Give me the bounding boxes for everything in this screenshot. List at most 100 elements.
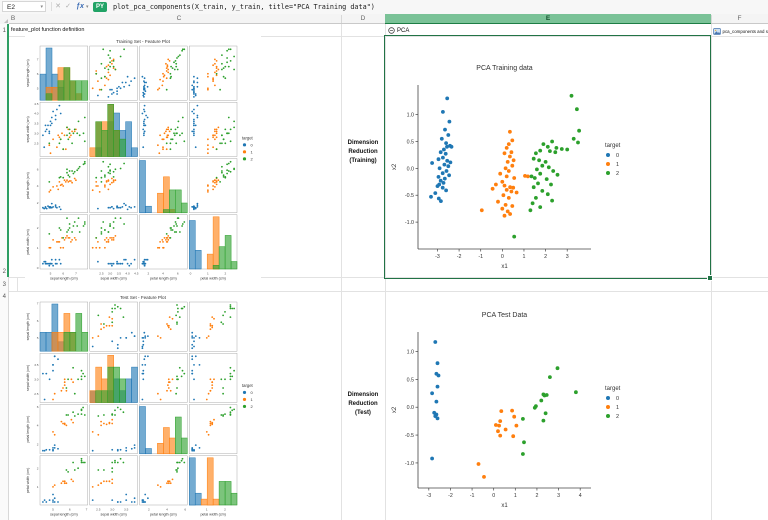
svg-text:sepal width (cm): sepal width (cm) <box>26 116 30 142</box>
test-pairplot-chart[interactable]: Test Set - Feature Plot sepal length (cm)… <box>25 292 261 518</box>
svg-text:0.0: 0.0 <box>407 166 414 172</box>
svg-text:2.5: 2.5 <box>99 272 104 276</box>
row-header-gutter: 1 2 3 4 <box>0 24 9 520</box>
svg-text:-0.5: -0.5 <box>405 433 414 439</box>
svg-text:7: 7 <box>75 272 77 276</box>
svg-text:target: target <box>605 386 621 392</box>
svg-text:2.5: 2.5 <box>34 141 39 145</box>
column-header-row: B C D E F <box>0 14 768 24</box>
svg-text:1: 1 <box>207 272 209 276</box>
svg-text:6: 6 <box>62 272 64 276</box>
selected-row-indicator <box>7 24 9 277</box>
insert-function-icon[interactable]: ƒx <box>75 0 85 14</box>
svg-text:0: 0 <box>492 493 495 499</box>
svg-text:7: 7 <box>37 58 39 62</box>
cell-name-box[interactable]: E2 ▾ <box>2 1 46 12</box>
svg-text:sepal length (cm): sepal length (cm) <box>26 313 30 341</box>
svg-text:1.0: 1.0 <box>407 113 414 119</box>
formula-input[interactable]: plot_pca_components(X_train, y_train, ti… <box>113 0 375 14</box>
svg-text:1.0: 1.0 <box>407 350 414 356</box>
svg-text:3.0: 3.0 <box>110 508 115 512</box>
row-header-1[interactable]: 1 <box>3 28 6 34</box>
svg-text:sepal width (cm): sepal width (cm) <box>101 513 127 517</box>
row-header-3[interactable]: 3 <box>3 282 6 288</box>
svg-text:4.5: 4.5 <box>134 272 139 276</box>
row-header-2[interactable]: 2 <box>3 269 6 275</box>
pca-training-chart[interactable]: PCA Training data -3 -2 -1 0 1 2 3 -1.0 -0.5 0.0 0.… <box>386 37 709 275</box>
svg-text:4: 4 <box>166 508 168 512</box>
svg-text:6: 6 <box>37 319 39 323</box>
svg-text:7: 7 <box>37 301 39 305</box>
svg-text:1: 1 <box>251 149 254 154</box>
svg-text:2: 2 <box>37 466 39 470</box>
column-header-e[interactable]: E <box>385 14 711 24</box>
svg-text:2: 2 <box>224 272 226 276</box>
svg-text:sepal width (cm): sepal width (cm) <box>101 277 127 281</box>
svg-text:2: 2 <box>147 272 149 276</box>
divider <box>51 2 52 11</box>
svg-text:1: 1 <box>37 246 39 250</box>
cell-b1-text[interactable]: feature_plot function definition <box>11 27 84 33</box>
svg-text:-1.0: -1.0 <box>405 461 414 467</box>
svg-text:6: 6 <box>37 405 39 409</box>
column-header-f[interactable]: F <box>711 14 768 24</box>
svg-text:sepal length (cm): sepal length (cm) <box>50 277 78 281</box>
svg-text:2: 2 <box>544 254 547 260</box>
svg-text:petal length (cm): petal length (cm) <box>150 513 177 517</box>
cell-f1[interactable]: pca_components and scale_data function d… <box>713 27 768 35</box>
svg-text:-1: -1 <box>470 493 475 499</box>
svg-text:-2: -2 <box>448 493 453 499</box>
header-separator <box>711 15 712 23</box>
svg-text:3: 3 <box>557 493 560 499</box>
svg-text:3.5: 3.5 <box>34 122 39 126</box>
fill-handle[interactable] <box>707 275 713 281</box>
svg-text:3.5: 3.5 <box>124 508 129 512</box>
svg-text:-3: -3 <box>426 493 431 499</box>
gridline <box>17 277 18 291</box>
svg-text:5: 5 <box>37 336 39 340</box>
dimension-reduction-test-label[interactable]: Dimension Reduction (Test) <box>342 391 384 418</box>
svg-text:1: 1 <box>37 485 39 489</box>
svg-text:3.5: 3.5 <box>117 272 122 276</box>
svg-text:2.5: 2.5 <box>96 508 101 512</box>
training-pairplot-chart[interactable]: Training Set - Feature Plot sepal length … <box>25 36 261 282</box>
svg-text:sepal length (cm): sepal length (cm) <box>26 59 30 87</box>
svg-text:2: 2 <box>616 171 619 177</box>
svg-text:0: 0 <box>251 390 254 395</box>
cancel-icon[interactable]: ✕ <box>54 0 62 14</box>
select-all-corner[interactable] <box>0 14 9 24</box>
chevron-down-icon[interactable]: ▾ <box>40 2 43 13</box>
svg-text:0.0: 0.0 <box>407 405 414 411</box>
cell-f1-text: pca_components and scale_data function d… <box>722 28 768 34</box>
svg-text:petal length (cm): petal length (cm) <box>26 172 30 199</box>
svg-text:x1: x1 <box>501 503 508 509</box>
cell-e1[interactable]: PCA <box>388 27 409 34</box>
svg-text:-2: -2 <box>457 254 462 260</box>
svg-text:6: 6 <box>184 508 186 512</box>
svg-text:x2: x2 <box>392 163 398 170</box>
svg-text:petal width (cm): petal width (cm) <box>26 468 30 493</box>
svg-text:petal length (cm): petal length (cm) <box>26 416 30 443</box>
row-header-4[interactable]: 4 <box>3 294 6 300</box>
svg-text:2: 2 <box>37 442 39 446</box>
svg-text:2: 2 <box>616 414 619 420</box>
pca-test-chart[interactable]: PCA Test Data -3 -2 -1 0 1 2 3 4 -1.0 -0.5 0.0 0.5 1.… <box>386 292 709 514</box>
gridline <box>341 24 342 520</box>
chevron-down-icon[interactable]: ▾ <box>86 0 92 14</box>
svg-text:4: 4 <box>37 184 39 188</box>
svg-text:0: 0 <box>37 266 39 270</box>
column-header-d[interactable]: D <box>341 14 385 24</box>
svg-text:1: 1 <box>616 162 619 168</box>
column-header-c[interactable]: C <box>17 14 341 24</box>
enter-icon[interactable]: ✓ <box>64 0 72 14</box>
svg-text:2: 2 <box>251 156 254 161</box>
svg-text:1: 1 <box>206 508 208 512</box>
svg-text:2: 2 <box>224 508 226 512</box>
column-header-b[interactable]: B <box>9 14 17 24</box>
svg-text:0: 0 <box>616 396 619 402</box>
dimension-reduction-training-label[interactable]: Dimension Reduction (Training) <box>342 139 384 166</box>
svg-text:4.5: 4.5 <box>34 102 39 106</box>
svg-text:0.5: 0.5 <box>407 139 414 145</box>
svg-text:petal width (cm): petal width (cm) <box>26 229 30 254</box>
svg-text:1: 1 <box>514 493 517 499</box>
